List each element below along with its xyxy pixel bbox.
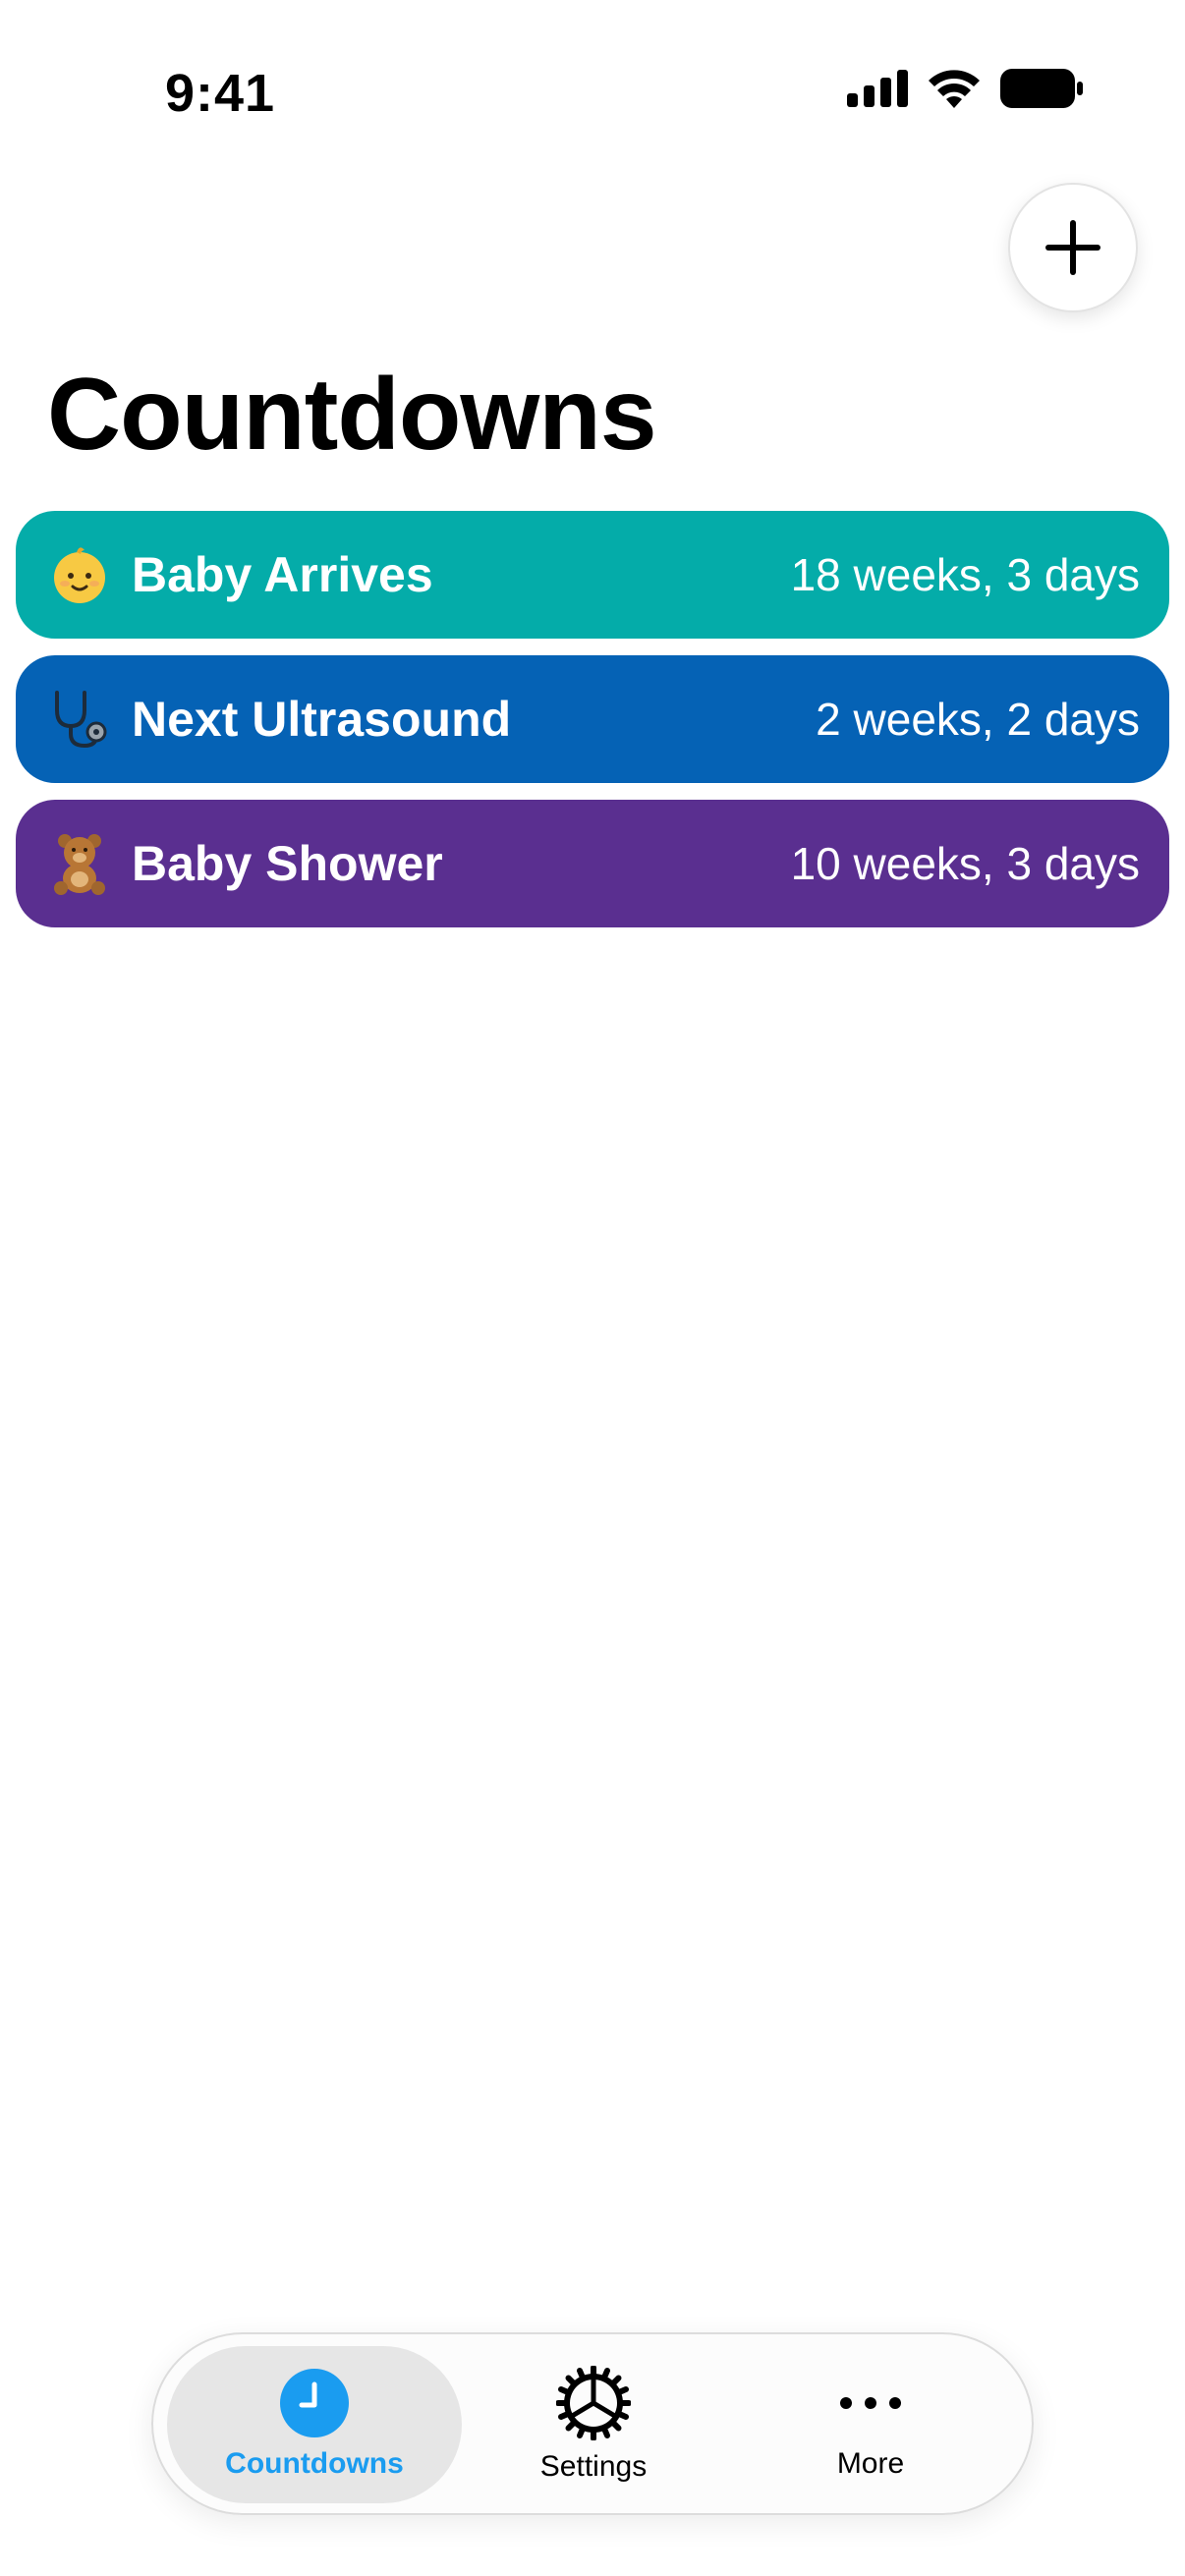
teddy-bear-emoji-icon	[45, 829, 114, 898]
countdown-list: Baby Arrives 18 weeks, 3 days Next Ultra…	[16, 511, 1169, 944]
countdown-remaining: 10 weeks, 3 days	[790, 838, 1140, 889]
ellipsis-icon	[840, 2397, 901, 2409]
countdown-row-baby-shower[interactable]: Baby Shower 10 weeks, 3 days	[16, 800, 1169, 927]
countdown-remaining: 2 weeks, 2 days	[816, 694, 1140, 745]
status-time: 9:41	[165, 64, 276, 123]
countdown-title: Next Ultrasound	[132, 692, 512, 747]
wifi-icon	[929, 70, 980, 108]
status-bar: 9:41	[0, 0, 1185, 187]
tab-label: More	[836, 2447, 905, 2480]
tab-label: Settings	[539, 2450, 648, 2483]
tab-label: Countdowns	[225, 2447, 404, 2480]
countdown-row-next-ultrasound[interactable]: Next Ultrasound 2 weeks, 2 days	[16, 655, 1169, 783]
stethoscope-emoji-icon	[45, 685, 114, 754]
battery-icon	[1000, 69, 1083, 108]
countdown-title: Baby Shower	[132, 836, 443, 891]
status-icons	[847, 69, 1083, 108]
countdown-row-baby-arrives[interactable]: Baby Arrives 18 weeks, 3 days	[16, 511, 1169, 639]
add-countdown-button[interactable]	[1008, 183, 1138, 312]
cellular-signal-icon	[847, 70, 908, 107]
clock-icon	[280, 2369, 349, 2437]
tab-countdowns[interactable]: Countdowns	[167, 2346, 462, 2503]
countdown-remaining: 18 weeks, 3 days	[790, 549, 1140, 600]
baby-emoji-icon	[45, 540, 114, 609]
gear-icon	[556, 2366, 631, 2440]
page-title: Countdowns	[47, 358, 657, 472]
countdown-title: Baby Arrives	[132, 547, 433, 602]
plus-icon	[1045, 220, 1100, 275]
tab-settings[interactable]: Settings	[446, 2346, 741, 2503]
tab-bar: Countdowns Settings More	[151, 2332, 1034, 2515]
tab-more[interactable]: More	[723, 2346, 1018, 2503]
